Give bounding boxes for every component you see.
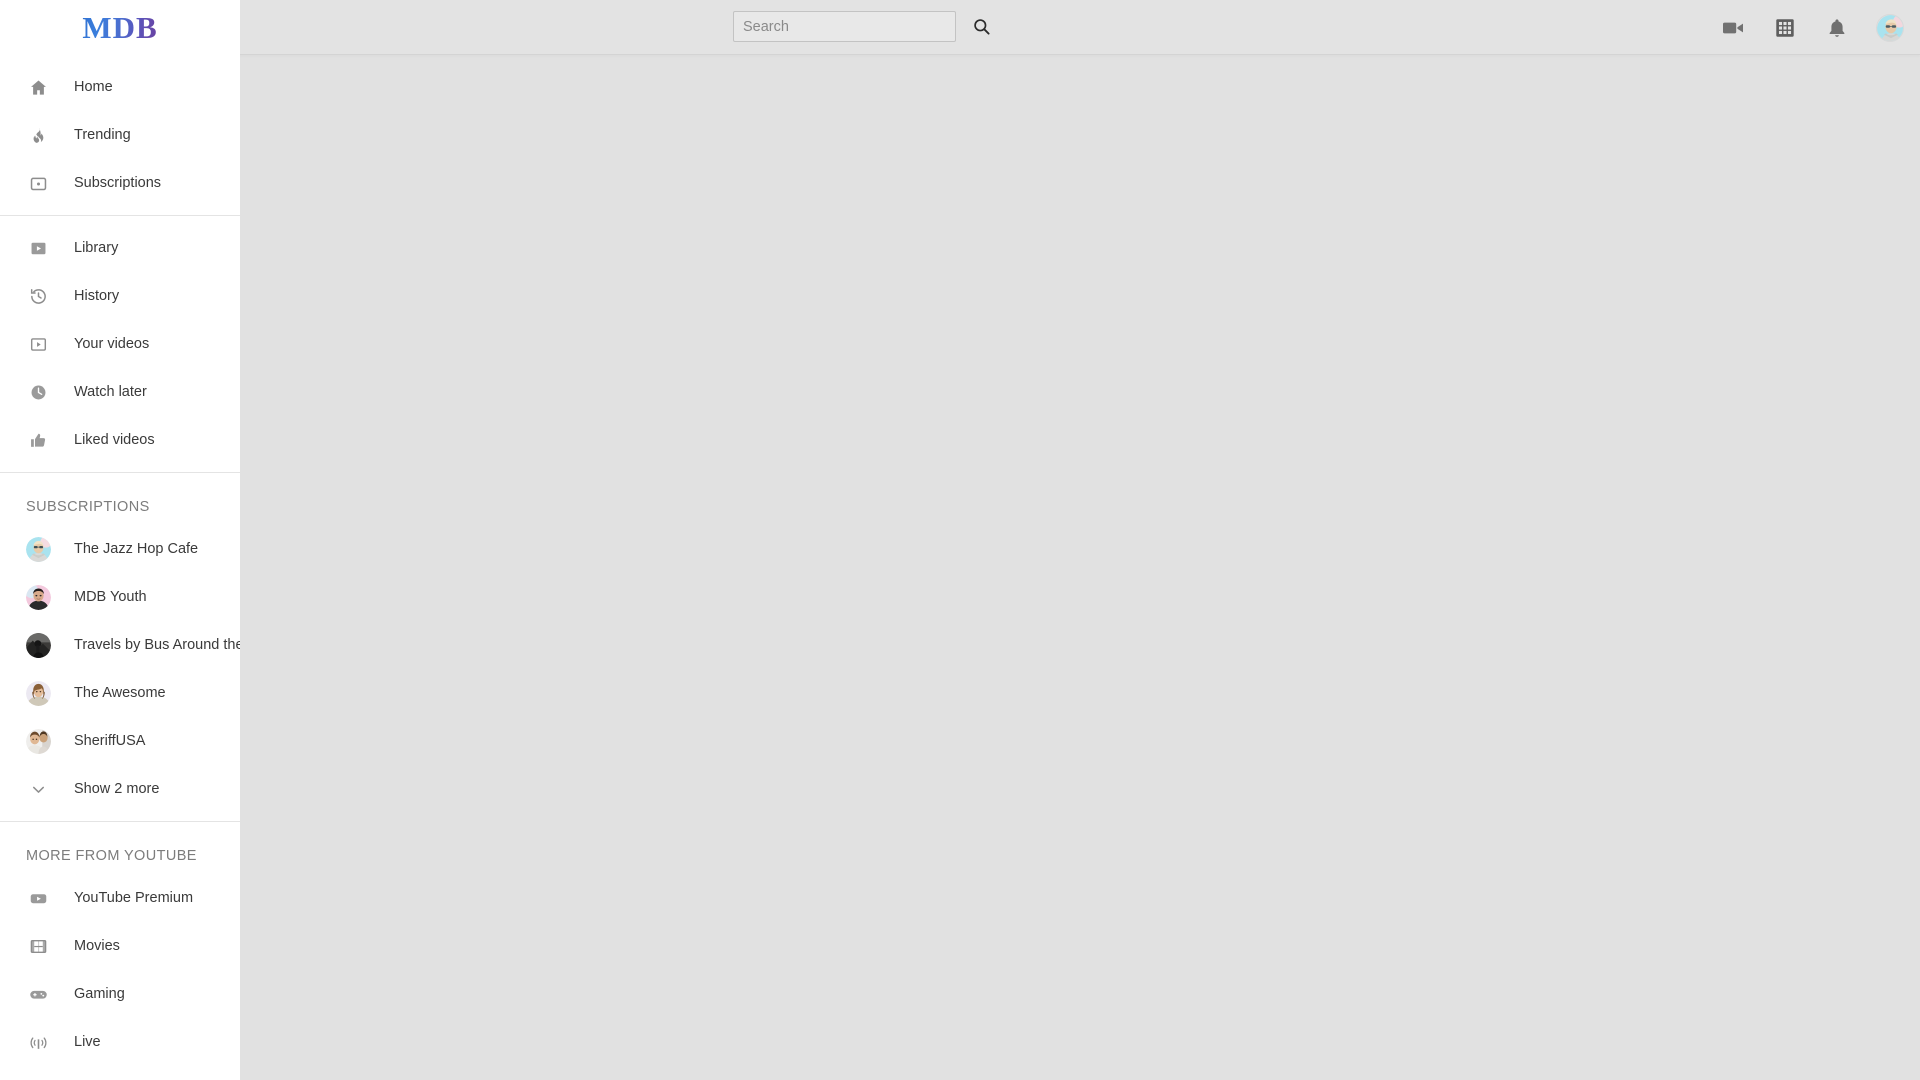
app-logo-text: MDB	[82, 9, 158, 45]
subscriptions-section-title: SUBSCRIPTIONS	[26, 499, 150, 515]
subscription-name: SheriffUSA	[74, 732, 146, 749]
sidebar-item-subscriptions-label: Subscriptions	[74, 174, 162, 191]
search-icon	[973, 19, 990, 35]
show-more-label: Show 2 more	[74, 780, 160, 797]
sidebar-item-home[interactable]: Home	[0, 63, 240, 111]
sidebar-item-youtube-premium[interactable]: YouTube Premium	[0, 874, 240, 922]
subscription-name: MDB Youth	[74, 588, 147, 605]
sidebar-subscription-sheriffusa[interactable]: SheriffUSA	[0, 717, 240, 765]
sidebar-item-live[interactable]: Live	[0, 1018, 240, 1066]
mdb-youth-avatar	[26, 584, 51, 610]
live-broadcast-icon	[26, 1030, 50, 1054]
history-icon	[26, 284, 50, 308]
gaming-controller-icon	[26, 982, 50, 1006]
sidebar-item-history-label: History	[74, 287, 120, 304]
sidebar-subscription-the-awesome[interactable]: The Awesome	[0, 669, 240, 717]
sidebar-item-youtube-premium-label: YouTube Premium	[74, 889, 194, 906]
sidebar-item-trending[interactable]: Trending	[0, 111, 240, 159]
subscription-name: Travels by Bus Around the World	[74, 636, 240, 653]
sidebar-item-library[interactable]: Library	[0, 224, 240, 272]
subscription-name: The Jazz Hop Cafe	[74, 540, 199, 557]
sidebar-subscription-travels-by-bus[interactable]: Travels by Bus Around the World	[0, 621, 240, 669]
search-submit-button[interactable]	[970, 16, 992, 38]
notifications-bell-icon	[1829, 18, 1845, 37]
sidebar-item-watch-later[interactable]: Watch later	[0, 368, 240, 416]
sidebar-item-home-label: Home	[74, 78, 113, 95]
watch-later-clock-icon	[26, 380, 50, 404]
home-icon	[26, 75, 50, 99]
notifications-button[interactable]	[1824, 15, 1850, 41]
sheriffusa-avatar	[26, 728, 51, 754]
apps-grid-button[interactable]	[1772, 15, 1798, 41]
travels-by-bus-avatar	[26, 632, 51, 658]
sidebar-subscription-mdb-youth[interactable]: MDB Youth	[0, 573, 240, 621]
sidebar-subscriptions-section: SUBSCRIPTIONS The Jazz Hop Cafe MDB Yout…	[0, 473, 240, 821]
sidebar-item-subscriptions[interactable]: Subscriptions	[0, 159, 240, 207]
chevron-down-icon	[26, 777, 50, 801]
sidebar-primary-nav: Home Trending Subscriptions	[0, 55, 240, 215]
jazz-hop-cafe-avatar	[26, 536, 51, 562]
sidebar-item-your-videos[interactable]: Your videos	[0, 320, 240, 368]
sidebar-subscription-the-jazz-hop-cafe[interactable]: The Jazz Hop Cafe	[0, 525, 240, 573]
sidebar-library-nav: Library History Your videos Watch later …	[0, 216, 240, 472]
youtube-premium-icon	[26, 886, 50, 910]
sidebar-item-liked-videos-label: Liked videos	[74, 431, 155, 448]
main-content-area	[240, 56, 1920, 1080]
sidebar-item-movies[interactable]: Movies	[0, 922, 240, 970]
top-header-bar	[0, 0, 1920, 55]
sidebar-more-section: MORE FROM YOUTUBE YouTube Premium Movies…	[0, 822, 240, 1074]
sidebar-item-trending-label: Trending	[74, 126, 131, 143]
sidebar-item-library-label: Library	[74, 239, 119, 256]
liked-videos-thumbup-icon	[26, 428, 50, 452]
subscription-name: The Awesome	[74, 684, 166, 701]
account-avatar[interactable]	[1876, 13, 1904, 42]
apps-grid-icon	[1776, 18, 1794, 37]
sidebar-item-gaming[interactable]: Gaming	[0, 970, 240, 1018]
create-video-button[interactable]	[1720, 15, 1746, 41]
sidebar-item-live-label: Live	[74, 1033, 101, 1050]
search-input[interactable]	[733, 11, 956, 42]
search-zone	[733, 11, 992, 42]
show-more-subscriptions-button[interactable]: Show 2 more	[0, 765, 240, 813]
trending-flame-icon	[26, 123, 50, 147]
left-sidebar: MDB Home Trending Subscriptions Library …	[0, 0, 240, 1080]
subscriptions-icon	[26, 171, 50, 195]
avatar-image	[1877, 14, 1903, 41]
sidebar-item-your-videos-label: Your videos	[74, 335, 150, 352]
sidebar-item-liked-videos[interactable]: Liked videos	[0, 416, 240, 464]
sidebar-item-gaming-label: Gaming	[74, 985, 125, 1002]
app-logo[interactable]: MDB	[0, 0, 240, 55]
more-section-title: MORE FROM YOUTUBE	[26, 848, 197, 864]
sidebar-item-history[interactable]: History	[0, 272, 240, 320]
header-actions	[1720, 0, 1904, 55]
sidebar-item-watch-later-label: Watch later	[74, 383, 147, 400]
sidebar-item-movies-label: Movies	[74, 937, 120, 954]
the-awesome-avatar	[26, 680, 51, 706]
your-videos-icon	[26, 332, 50, 356]
create-video-icon	[1723, 22, 1743, 33]
library-icon	[26, 236, 50, 260]
movies-icon	[26, 934, 50, 958]
